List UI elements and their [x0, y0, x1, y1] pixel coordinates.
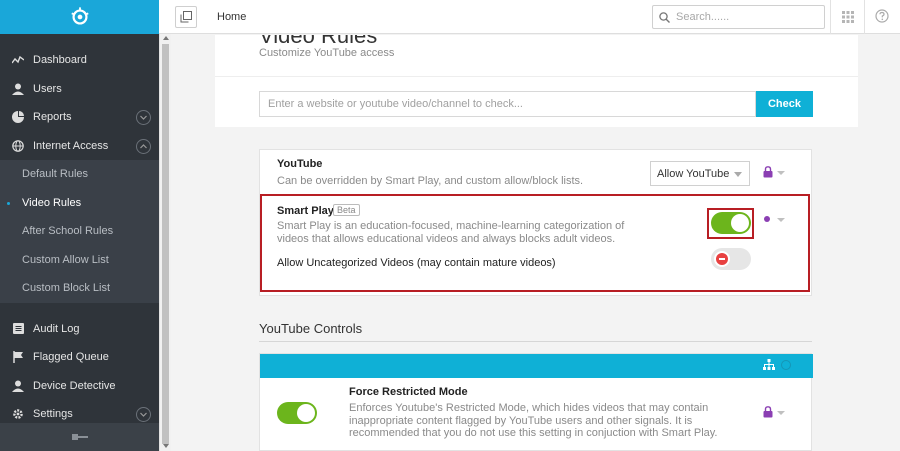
youtube-controls-card: Force Restricted Mode Enforces Youtube's…	[259, 353, 813, 451]
network-icon[interactable]	[763, 359, 775, 371]
sidebar-collapse-button[interactable]	[0, 423, 159, 451]
sidebar-item-custom-allow-list[interactable]: Custom Allow List	[0, 246, 159, 275]
sidebar-item-label: Internet Access	[33, 139, 109, 152]
uncategorized-videos-label: Allow Uncategorized Videos (may contain …	[277, 257, 556, 269]
lock-menu-caret-icon[interactable]	[777, 171, 785, 175]
sidebar-item-device-detective[interactable]: Device Detective	[0, 372, 159, 401]
chevron-down-icon[interactable]	[136, 407, 151, 422]
search-icon	[659, 11, 670, 23]
user-icon	[12, 83, 24, 95]
scroll-up-icon[interactable]	[163, 36, 169, 40]
lock-menu-caret-icon[interactable]	[777, 411, 785, 415]
smart-play-menu-caret-icon[interactable]	[777, 218, 785, 222]
scroll-down-icon[interactable]	[163, 444, 169, 448]
sidebar-item-internet-access[interactable]: Internet Access	[0, 132, 159, 161]
grid-icon	[841, 11, 854, 23]
sidebar-item-label: Reports	[33, 111, 72, 124]
internet-access-subnav: Default Rules Video Rules After School R…	[0, 160, 159, 303]
blocked-icon	[716, 253, 728, 265]
gear-icon	[12, 408, 24, 420]
youtube-access-select[interactable]: Allow YouTube	[650, 161, 750, 186]
breadcrumb[interactable]: Home	[217, 11, 246, 23]
youtube-title: YouTube	[277, 158, 323, 170]
info-icon[interactable]	[781, 360, 791, 370]
youtube-controls-title: YouTube Controls	[259, 321, 363, 336]
youtube-subtitle: Can be overridden by Smart Play, and cus…	[277, 175, 584, 187]
scrollbar-thumb[interactable]	[162, 44, 169, 444]
sidebar-item-default-rules[interactable]: Default Rules	[0, 160, 159, 189]
sidebar-item-label: Device Detective	[33, 379, 116, 392]
sidebar-item-reports[interactable]: Reports	[0, 103, 159, 132]
lock-icon[interactable]	[763, 406, 773, 418]
sidebar: Dashboard Users Reports Internet Access	[0, 0, 159, 451]
list-icon	[12, 323, 24, 335]
chevron-down-icon[interactable]	[136, 110, 151, 125]
toggle-knob	[297, 404, 315, 422]
toggle-knob	[714, 251, 730, 267]
help-icon[interactable]	[875, 9, 889, 23]
sidebar-nav-secondary: Audit Log Flagged Queue Device Detective…	[0, 315, 159, 429]
sidebar-item-audit-log[interactable]: Audit Log	[0, 315, 159, 344]
sidebar-item-label: Audit Log	[33, 322, 80, 335]
force-restricted-mode-title: Force Restricted Mode	[349, 386, 468, 398]
divider	[259, 341, 812, 342]
force-restricted-mode-description: Enforces Youtube's Restricted Mode, whic…	[349, 402, 718, 439]
flag-icon	[12, 351, 24, 364]
windows-icon	[180, 11, 192, 23]
lock-icon[interactable]	[763, 166, 773, 178]
globe-icon	[12, 139, 24, 152]
beta-badge: Beta	[333, 204, 360, 216]
sidebar-item-label: Users	[33, 82, 62, 95]
sidebar-item-users[interactable]: Users	[0, 75, 159, 104]
url-check-input[interactable]	[259, 91, 756, 117]
apps-grid-button[interactable]	[830, 0, 865, 34]
page-subtitle: Customize YouTube access	[259, 47, 395, 59]
sidebar-item-after-school-rules[interactable]: After School Rules	[0, 217, 159, 246]
smart-play-title: Smart Play	[277, 205, 334, 217]
app-logo-icon	[70, 7, 89, 25]
select-value: Allow YouTube	[657, 167, 730, 180]
sidebar-item-label: Settings	[33, 408, 73, 421]
pie-chart-icon	[12, 111, 24, 124]
main-content: Video Rules Customize YouTube access Che…	[171, 35, 900, 451]
new-window-button[interactable]	[175, 6, 197, 28]
sidebar-nav: Dashboard Users Reports Internet Access	[0, 34, 159, 160]
sidebar-item-label: Dashboard	[33, 54, 87, 67]
smart-play-toggle[interactable]	[711, 212, 751, 234]
search-input[interactable]	[676, 11, 816, 23]
sidebar-item-video-rules[interactable]: Video Rules	[0, 189, 159, 218]
sidebar-item-label: Flagged Queue	[33, 351, 109, 364]
sidebar-item-flagged-queue[interactable]: Flagged Queue	[0, 343, 159, 372]
chevron-up-icon[interactable]	[136, 138, 151, 154]
sidebar-item-custom-block-list[interactable]: Custom Block List	[0, 274, 159, 303]
force-restricted-mode-toggle[interactable]	[277, 402, 317, 424]
user-icon	[12, 380, 24, 392]
sidebar-scrollbar[interactable]	[159, 34, 171, 451]
controls-header-bar	[260, 354, 813, 378]
check-button[interactable]: Check	[756, 91, 813, 117]
status-dot-icon[interactable]	[764, 216, 770, 222]
chart-line-icon	[12, 54, 24, 66]
collapse-handle-icon	[71, 430, 88, 444]
top-bar: Home	[159, 0, 900, 34]
sidebar-item-dashboard[interactable]: Dashboard	[0, 46, 159, 75]
url-check-panel: Check	[215, 76, 858, 127]
search-box[interactable]	[652, 5, 825, 29]
toggle-knob	[731, 214, 749, 232]
smart-play-description: Smart Play is an education-focused, mach…	[277, 220, 625, 245]
uncategorized-videos-toggle[interactable]	[711, 248, 751, 270]
select-caret-icon	[734, 172, 742, 177]
logo-bar[interactable]	[0, 0, 159, 34]
